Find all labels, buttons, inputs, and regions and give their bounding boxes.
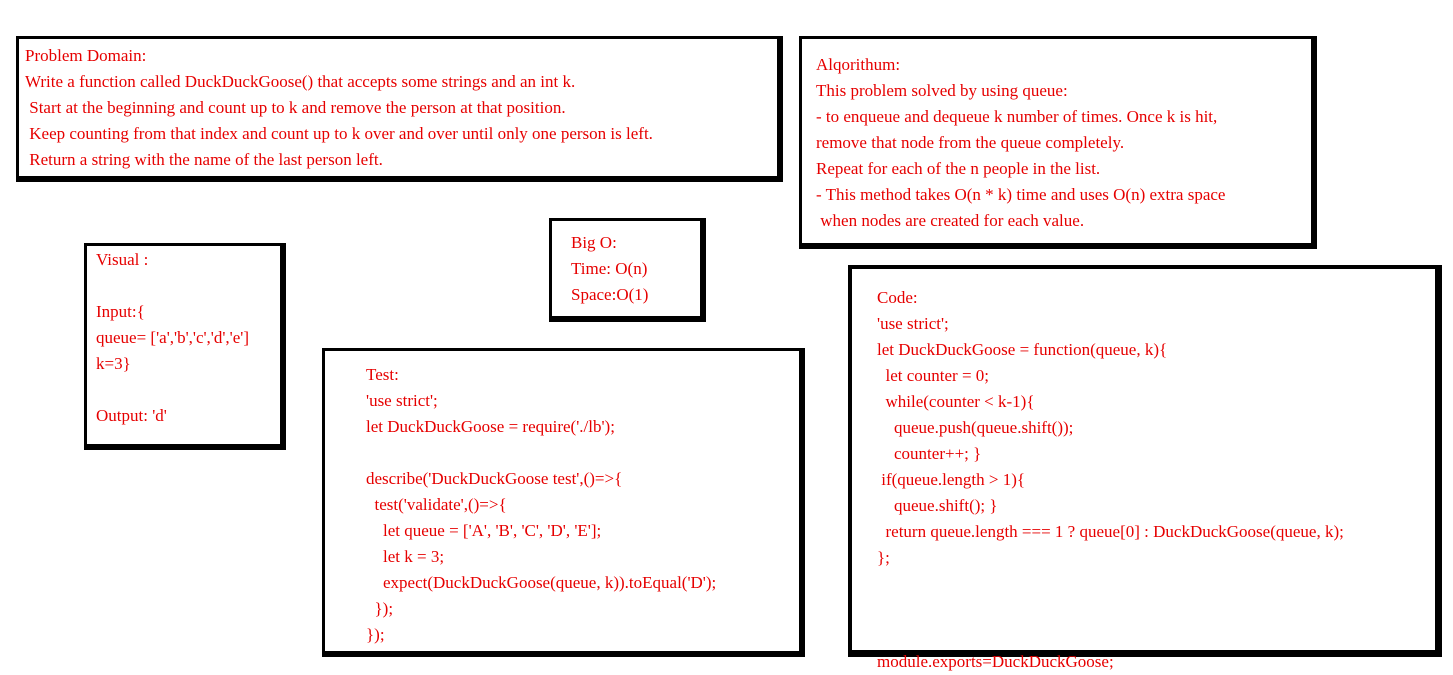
algorithm-box: Alqorithum: This problem solved by using… [799,36,1317,249]
test-code-line: 'use strict'; [366,391,438,410]
code-line: return queue.length === 1 ? queue[0] : D… [877,522,1344,541]
test-box: Test: 'use strict'; let DuckDuckGoose = … [322,348,805,657]
problem-domain-line: Return a string with the name of the las… [25,150,383,169]
visual-input-label: Input:{ [96,302,145,321]
code-line: while(counter < k-1){ [877,392,1035,411]
algorithm-line: remove that node from the queue complete… [816,133,1125,152]
test-code-line: let queue = ['A', 'B', 'C', 'D', 'E']; [366,521,602,540]
big-o-space: Space:O(1) [571,285,649,304]
visual-k-line: k=3} [96,354,131,373]
code-line: queue.shift(); } [877,496,998,515]
visual-box: Visual : Input:{ queue= ['a','b','c','d'… [84,243,286,450]
problem-domain-box: Problem Domain: Write a function called … [16,36,783,182]
code-line: 'use strict'; [877,314,949,333]
algorithm-line: This problem solved by using queue: [816,81,1068,100]
visual-queue-line: queue= ['a','b','c','d','e'] [96,328,250,347]
test-code-line [366,440,799,466]
test-code-line: let k = 3; [366,547,445,566]
problem-domain-line: Start at the beginning and count up to k… [25,98,566,117]
big-o-time: Time: O(n) [571,259,648,278]
test-code-line: expect(DuckDuckGoose(queue, k)).toEqual(… [366,573,717,592]
visual-title: Visual : [96,250,149,269]
code-line: let counter = 0; [877,366,990,385]
algorithm-title: Alqorithum: [816,55,901,74]
big-o-title: Big O: [571,233,617,252]
big-o-box: Big O: Time: O(n) Space:O(1) [549,218,706,322]
problem-domain-title: Problem Domain: [25,46,147,65]
algorithm-line: - This method takes O(n * k) time and us… [816,185,1226,204]
test-code-line: let DuckDuckGoose = require('./lb'); [366,417,615,436]
algorithm-line: Repeat for each of the n people in the l… [816,159,1101,178]
problem-domain-line: Write a function called DuckDuckGoose() … [25,72,576,91]
test-code-line: test('validate',()=>{ [366,495,507,514]
problem-domain-line: Keep counting from that index and count … [25,124,653,143]
code-line: let DuckDuckGoose = function(queue, k){ [877,340,1168,359]
code-line: if(queue.length > 1){ [877,470,1026,489]
code-line: counter++; } [877,444,982,463]
test-code-line: }); [366,599,394,618]
code-title: Code: [877,288,918,307]
visual-output-line: Output: 'd' [96,406,167,425]
test-code-line: describe('DuckDuckGoose test',()=>{ [366,469,623,488]
code-line: module.exports=DuckDuckGoose; [877,652,1114,671]
test-code-line: }); [366,625,385,644]
test-title: Test: [366,365,399,384]
code-line: }; [877,548,890,567]
code-box: Code: 'use strict'; let DuckDuckGoose = … [848,265,1442,671]
algorithm-line: - to enqueue and dequeue k number of tim… [816,107,1218,126]
algorithm-line: when nodes are created for each value. [816,211,1085,230]
code-line: queue.push(queue.shift()); [877,418,1074,437]
